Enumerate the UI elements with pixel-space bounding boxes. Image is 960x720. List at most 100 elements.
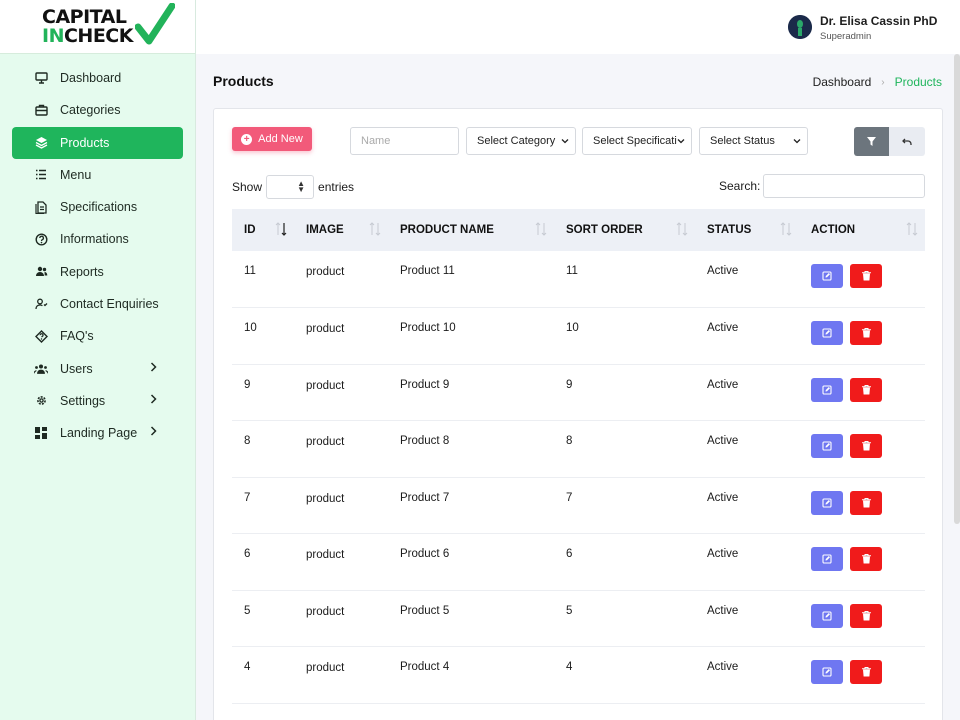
logo[interactable]: CAPITAL INCHECK	[0, 0, 195, 54]
cell-product-name: Product 10	[400, 322, 456, 334]
table-header-row: ID IMAGE PRODUCT NAME SORT ORDER STATUS …	[232, 209, 925, 251]
cell-sort-order: 10	[566, 322, 579, 334]
avatar[interactable]	[788, 15, 812, 39]
sidebar-item-reports[interactable]: Reports	[12, 256, 183, 288]
sidebar-item-landing-page[interactable]: Landing Page	[12, 417, 183, 449]
delete-button[interactable]	[850, 377, 882, 402]
trash-icon	[861, 554, 871, 564]
edit-button[interactable]	[811, 377, 843, 402]
sidebar-item-label: Settings	[60, 393, 106, 408]
sort-icon	[780, 222, 792, 236]
sidebar-item-settings[interactable]: Settings	[12, 385, 183, 417]
column-header-label: STATUS	[707, 224, 752, 236]
cell-product-name: Product 11	[400, 265, 455, 277]
column-header-product-name[interactable]: PRODUCT NAME	[388, 209, 554, 251]
delete-button[interactable]	[850, 264, 882, 288]
cell-action	[799, 251, 925, 308]
edit-button[interactable]	[811, 490, 843, 515]
contact-icon	[34, 297, 48, 311]
cell-status: Active	[707, 378, 739, 391]
edit-button[interactable]	[811, 547, 843, 571]
edit-icon	[822, 441, 832, 451]
column-header-action[interactable]: ACTION	[799, 209, 925, 251]
delete-button[interactable]	[850, 660, 882, 684]
table-row: 5 product Product 5 5 Active	[232, 590, 925, 647]
sidebar-item-contact-enquiries[interactable]: Contact Enquiries	[12, 288, 183, 320]
sidebar-item-specifications[interactable]: Specifications	[12, 191, 183, 223]
cell-sort-order: 9	[566, 378, 573, 391]
specification-select[interactable]: Select Specificati	[582, 127, 692, 155]
sidebar-item-label: Menu	[60, 167, 92, 182]
list-icon	[34, 168, 48, 182]
user-name[interactable]: Dr. Elisa Cassin PhD	[820, 14, 937, 28]
delete-button[interactable]	[850, 603, 882, 628]
cell-id: 6	[244, 548, 251, 560]
sidebar-item-menu[interactable]: Menu	[12, 159, 183, 191]
reset-button[interactable]	[889, 127, 925, 156]
chevron-down-icon	[793, 139, 801, 144]
delete-button[interactable]	[850, 321, 882, 345]
status-select[interactable]: Select Status	[699, 127, 808, 155]
table-row: 6 product Product 6 6 Active	[232, 534, 925, 590]
sidebar: CAPITAL INCHECK Dashboard Categories Pro…	[0, 0, 196, 720]
column-header-id[interactable]: ID	[232, 209, 294, 251]
sort-icon	[369, 222, 381, 236]
filter-button[interactable]	[854, 127, 889, 156]
column-header-image[interactable]: IMAGE	[294, 209, 388, 251]
entries-label: entries	[318, 180, 355, 194]
cell-id: 8	[244, 435, 251, 447]
cell-image: product	[306, 605, 345, 618]
top-bar: Dr. Elisa Cassin PhD Superadmin	[196, 0, 960, 54]
undo-icon	[902, 138, 912, 145]
name-filter-input[interactable]: Name	[350, 127, 459, 155]
breadcrumb: Dashboard › Products	[813, 75, 942, 89]
edit-button[interactable]	[811, 434, 843, 458]
row-actions	[811, 321, 925, 345]
table-row: 11 product Product 11 11 Active	[232, 251, 925, 308]
cell-status: Active	[707, 435, 739, 447]
products-card: + Add New Name Select Category Select Sp…	[213, 108, 943, 720]
cell-image: product	[306, 549, 345, 561]
delete-button[interactable]	[850, 490, 882, 515]
sidebar-item-label: Users	[60, 361, 93, 376]
add-new-button[interactable]: + Add New	[232, 127, 312, 151]
cell-sort-order: 6	[566, 548, 573, 560]
sidebar-item-informations[interactable]: Informations	[12, 223, 183, 255]
sidebar-item-dashboard[interactable]: Dashboard	[12, 62, 183, 94]
sidebar-item-faqs[interactable]: FAQ's	[12, 320, 183, 352]
cell-status: Active	[707, 491, 739, 504]
column-header-sort-order[interactable]: SORT ORDER	[554, 209, 695, 251]
row-actions	[811, 377, 925, 402]
entries-select[interactable]: ▲ ▼	[266, 175, 315, 199]
breadcrumb-separator-icon: ›	[881, 76, 885, 88]
cell-status: Active	[707, 322, 739, 334]
sidebar-item-categories[interactable]: Categories	[12, 94, 183, 126]
search-input[interactable]	[763, 174, 925, 198]
row-actions	[811, 660, 925, 684]
column-header-label: ID	[244, 224, 256, 236]
status-select-value: Select Status	[710, 135, 775, 147]
chevron-right-icon	[150, 362, 157, 372]
chevron-down-icon	[677, 139, 685, 144]
delete-button[interactable]	[850, 547, 882, 571]
trash-icon	[861, 497, 871, 507]
category-select[interactable]: Select Category	[466, 127, 576, 155]
sort-icon	[906, 222, 918, 236]
sidebar-item-label: Specifications	[60, 200, 138, 215]
document-icon	[34, 200, 48, 214]
sidebar-item-users[interactable]: Users	[12, 353, 183, 385]
column-header-status[interactable]: STATUS	[695, 209, 799, 251]
cell-product-name: Product 4	[400, 661, 450, 673]
edit-button[interactable]	[811, 264, 843, 288]
row-actions	[811, 434, 925, 458]
edit-button[interactable]	[811, 321, 843, 345]
cell-image: product	[306, 266, 345, 278]
edit-button[interactable]	[811, 603, 843, 628]
edit-button[interactable]	[811, 660, 843, 684]
delete-button[interactable]	[850, 434, 882, 458]
sidebar-item-products[interactable]: Products	[12, 126, 183, 159]
page-scrollbar[interactable]	[954, 54, 960, 524]
cell-status: Active	[707, 548, 739, 560]
table-row: 4 product Product 4 4 Active	[232, 647, 925, 703]
breadcrumb-dashboard-link[interactable]: Dashboard	[813, 75, 872, 89]
